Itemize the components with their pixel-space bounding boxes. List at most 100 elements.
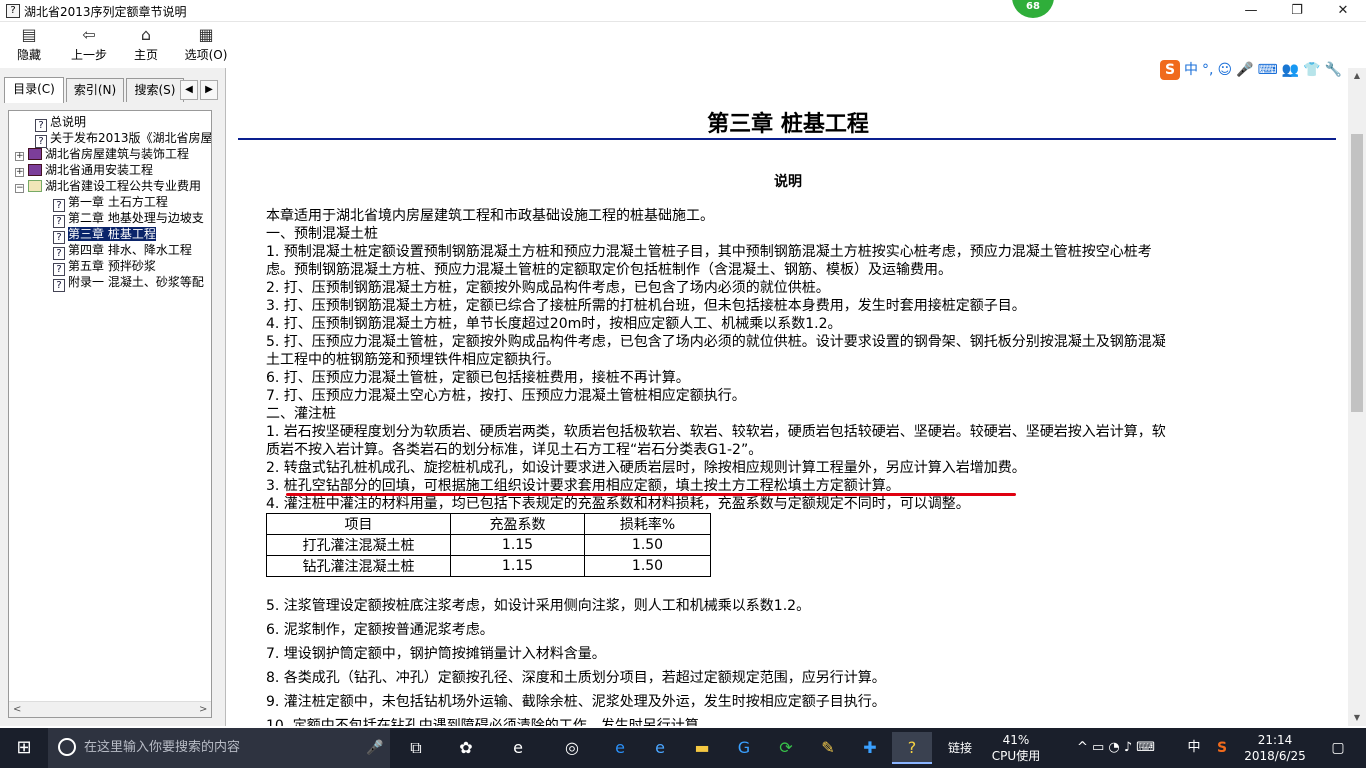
sogou-tray-icon[interactable]: S — [1210, 728, 1234, 768]
tab-next-arrow[interactable]: ▶ — [200, 80, 218, 100]
tree-item-installation[interactable]: + 湖北省通用安装工程 — [15, 162, 153, 178]
clock-time: 21:14 — [1257, 733, 1293, 747]
title-bar[interactable]: ? 湖北省2013序列定额章节说明 68 — ❐ ✕ — [0, 0, 1366, 22]
tree-item-chapter-3[interactable]: ? 第三章 桩基工程 — [53, 226, 157, 244]
refresh-app-icon[interactable]: ⟳ — [766, 732, 806, 764]
notes-app-icon[interactable]: ✎ — [808, 732, 848, 764]
hide-icon: ▤ — [21, 25, 37, 44]
clock[interactable]: 21:14 2018/6/25 — [1240, 728, 1310, 768]
home-button[interactable]: ⌂ 主页 — [126, 24, 166, 64]
expand-plus-icon[interactable]: + — [15, 168, 24, 177]
link-toolbar-label[interactable]: 链接 — [940, 728, 980, 768]
scroll-right-arrow[interactable]: > — [199, 702, 207, 717]
file-explorer-icon[interactable]: ▬ — [682, 732, 722, 764]
tab-prev-arrow[interactable]: ◀ — [180, 80, 198, 100]
internet-explorer-icon[interactable]: e — [640, 732, 680, 764]
360-browser-icon[interactable]: ◎ — [552, 732, 592, 764]
ime-keyboard-icon[interactable]: ⌨ — [1258, 56, 1278, 84]
options-button[interactable]: ▦ 选项(O) — [182, 24, 230, 64]
scroll-down-arrow[interactable]: ▼ — [1348, 710, 1366, 726]
minimize-button[interactable]: — — [1228, 0, 1274, 22]
table-header-cell: 项目 — [266, 513, 451, 535]
paragraph-line: 3. 打、压预制钢筋混凝土方桩，定额已综合了接桩所需的打桩机台班，但未包括接桩本… — [266, 298, 1026, 314]
scroll-thumb[interactable] — [1351, 134, 1363, 412]
scroll-left-arrow[interactable]: < — [13, 702, 21, 717]
tree-horizontal-scrollbar[interactable]: < > — [9, 701, 211, 717]
tab-contents[interactable]: 目录(C) — [4, 77, 64, 103]
paragraph-line: 二、灌注桩 — [266, 406, 336, 422]
g-app-icon[interactable]: G — [724, 732, 764, 764]
paragraph-line: 虑。预制钢筋混凝土方桩、预应力混凝土管桩的定额取定价包括桩制作（含混凝土、钢筋、… — [266, 262, 952, 278]
paragraph-line: 4. 灌注桩中灌注的材料用量，均已包括下表规定的充盈系数和材料损耗，充盈系数与定… — [266, 496, 970, 512]
table-header-cell: 损耗率% — [584, 513, 711, 535]
paragraph-line: 2. 转盘式钻孔桩机成孔、旋挖桩机成孔，如设计要求进入硬质岩层时，除按相应规则计… — [266, 460, 1026, 476]
table-cell: 1.50 — [584, 555, 711, 577]
window-title: 湖北省2013序列定额章节说明 — [24, 5, 187, 19]
tree-item-building[interactable]: + 湖北省房屋建筑与装饰工程 — [15, 146, 189, 162]
document-vertical-scrollbar[interactable]: ▲ ▼ — [1348, 68, 1366, 726]
ie-browser-icon[interactable]: e — [498, 732, 538, 764]
maximize-button[interactable]: ❐ — [1274, 0, 1320, 22]
ime-emoji-icon[interactable]: ☺ — [1217, 56, 1232, 84]
expand-plus-icon[interactable]: + — [15, 152, 24, 161]
tree-item-general[interactable]: ? 总说明 — [35, 114, 86, 132]
search-placeholder: 在这里输入你要搜索的内容 — [84, 740, 241, 755]
ime-user-icon[interactable]: 👥 — [1282, 56, 1299, 84]
contents-tree[interactable]: ? 总说明 ? 关于发布2013版《湖北省房屋 + 湖北省房屋建筑与装饰工程 + 湖北省… — [8, 110, 212, 718]
fill-factor-table: 项目 充盈系数 损耗率% 打孔灌注混凝土桩 1.15 1.50 钻孔灌注混凝土桩… — [266, 513, 711, 577]
sogou-ime-toolbar[interactable]: S 中 °, ☺ 🎤 ⌨ 👥 👕 🔧 — [1160, 56, 1366, 84]
home-icon: ⌂ — [140, 25, 152, 44]
edge-browser-icon[interactable]: e — [600, 732, 640, 764]
system-tray-icons[interactable]: ^ ▭ ◔ ♪ ⌨ — [1054, 728, 1178, 768]
ime-voice-icon[interactable]: 🎤 — [1236, 56, 1253, 84]
collapse-minus-icon[interactable]: − — [15, 184, 24, 193]
tree-item-appendix-1[interactable]: ? 附录一 混凝土、砂浆等配 — [53, 274, 204, 292]
cpu-label: CPU使用 — [991, 749, 1041, 763]
table-cell: 钻孔灌注混凝土桩 — [266, 555, 451, 577]
ime-settings-icon[interactable]: 🔧 — [1325, 56, 1342, 84]
hide-label: 隐藏 — [16, 48, 41, 62]
paragraph-line: 2. 打、压预制钢筋混凝土方桩，定额按外购成品构件考虑，已包含了场内必须的就位供… — [266, 280, 830, 296]
plus-app-icon[interactable]: ✚ — [850, 732, 890, 764]
taskbar-search-box[interactable]: 在这里输入你要搜索的内容 🎤 — [48, 728, 390, 768]
paragraph-line: 5. 注浆管理设定额按桩底注浆考虑，如设计采用侧向注浆，则人工和机械乘以系数1.… — [266, 598, 811, 614]
tree-item-notice[interactable]: ? 关于发布2013版《湖北省房屋 — [35, 130, 211, 148]
paragraph-line: 1. 岩石按坚硬程度划分为软质岩、硬质岩两类，软质岩包括极软岩、软岩、较软岩，硬… — [266, 424, 1166, 440]
tree-item-public[interactable]: − 湖北省建设工程公共专业费用 — [15, 178, 201, 194]
paragraph-line: 土工程中的桩钢筋笼和预埋铁件相应定额执行。 — [266, 352, 560, 368]
ime-skin-icon[interactable]: 👕 — [1303, 56, 1320, 84]
paragraph-line: 6. 打、压预应力混凝土管桩，定额已包括接桩费用，接桩不再计算。 — [266, 370, 690, 386]
tree-item-chapter-4[interactable]: ? 第四章 排水、降水工程 — [53, 242, 192, 260]
home-label: 主页 — [133, 48, 158, 62]
tab-index[interactable]: 索引(N) — [66, 78, 124, 102]
chapter-title: 第三章 桩基工程 — [707, 111, 869, 137]
paragraph-line: 4. 打、压预制钢筋混凝土方桩，单节长度超过20m时，按相应定额人工、机械乘以系… — [266, 316, 842, 332]
microphone-icon[interactable]: 🎤 — [366, 728, 383, 768]
action-center-icon[interactable]: ▢ — [1318, 728, 1358, 768]
scroll-up-arrow[interactable]: ▲ — [1348, 68, 1366, 84]
paragraph-line: 8. 各类成孔（钻孔、冲孔）定额按孔径、深度和土质划分项目，若超过定额规定范围，… — [266, 670, 886, 686]
hide-button[interactable]: ▤ 隐藏 — [8, 24, 50, 64]
task-view-icon[interactable]: ⧉ — [396, 732, 436, 764]
ime-chinese-mode[interactable]: 中 — [1184, 56, 1198, 84]
table-header-row: 项目 充盈系数 损耗率% — [266, 513, 711, 535]
floating-badge[interactable]: 68 — [1012, 0, 1054, 18]
close-button[interactable]: ✕ — [1320, 0, 1366, 22]
tab-search[interactable]: 搜索(S) — [126, 78, 184, 102]
pinwheel-app-icon[interactable]: ✿ — [446, 732, 486, 764]
tree-item-chapter-1[interactable]: ? 第一章 土石方工程 — [53, 194, 168, 212]
help-page-icon: ? — [53, 279, 65, 292]
cpu-usage-widget[interactable]: 41% CPU使用 — [984, 728, 1048, 768]
sogou-logo-icon[interactable]: S — [1160, 60, 1180, 80]
back-button[interactable]: ⇦ 上一步 — [66, 24, 112, 64]
tree-item-chapter-5[interactable]: ? 第五章 预拌砂浆 — [53, 258, 156, 276]
paragraph-line: 7. 打、压预应力混凝土空心方桩，按打、压预应力混凝土管桩相应定额执行。 — [266, 388, 746, 404]
tree-item-chapter-2[interactable]: ? 第二章 地基处理与边坡支 — [53, 210, 204, 228]
clock-date: 2018/6/25 — [1244, 749, 1306, 763]
input-language-indicator[interactable]: 中 — [1182, 728, 1206, 768]
table-row: 钻孔灌注混凝土桩 1.15 1.50 — [266, 555, 711, 577]
help-viewer-app-icon[interactable]: ? — [892, 732, 932, 764]
start-button[interactable]: ⊞ — [0, 728, 48, 768]
ime-punctuation-icon[interactable]: °, — [1202, 56, 1213, 84]
options-label: 选项(O) — [184, 48, 228, 62]
